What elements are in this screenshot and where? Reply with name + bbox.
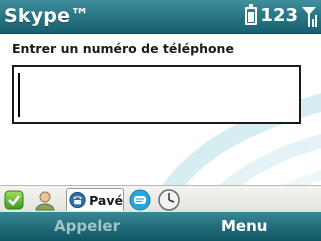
text-caret bbox=[18, 73, 20, 117]
tab-status[interactable] bbox=[3, 188, 28, 211]
tab-strip: Pavé bbox=[0, 185, 321, 213]
phone-number-input[interactable] bbox=[12, 65, 301, 124]
tab-history[interactable] bbox=[158, 188, 184, 211]
tab-keypad-label: Pavé bbox=[89, 192, 123, 208]
battery-icon bbox=[245, 4, 258, 25]
status-area[interactable]: 123 bbox=[245, 4, 317, 28]
contact-person-icon bbox=[35, 191, 55, 210]
phone-number-label: Entrer un numéro de téléphone bbox=[12, 41, 234, 56]
softkey-bar: Appeler Menu bbox=[0, 212, 321, 241]
call-softkey[interactable]: Appeler bbox=[54, 212, 120, 241]
tab-contacts[interactable] bbox=[34, 188, 60, 211]
network-count: 123 bbox=[260, 5, 298, 26]
signal-strength-icon bbox=[302, 7, 317, 27]
history-clock-icon bbox=[158, 188, 180, 211]
tab-keypad[interactable]: Pavé bbox=[66, 188, 124, 211]
title-bar: Skype™ 123 bbox=[0, 0, 321, 34]
dialer-panel: Entrer un numéro de téléphone bbox=[0, 34, 321, 185]
menu-softkey[interactable]: Menu bbox=[221, 212, 267, 241]
check-status-icon bbox=[4, 190, 24, 209]
chat-bubble-icon bbox=[129, 189, 151, 210]
app-title: Skype™ bbox=[4, 5, 90, 27]
tab-chat[interactable] bbox=[129, 188, 155, 211]
phone-keypad-icon bbox=[69, 191, 86, 209]
